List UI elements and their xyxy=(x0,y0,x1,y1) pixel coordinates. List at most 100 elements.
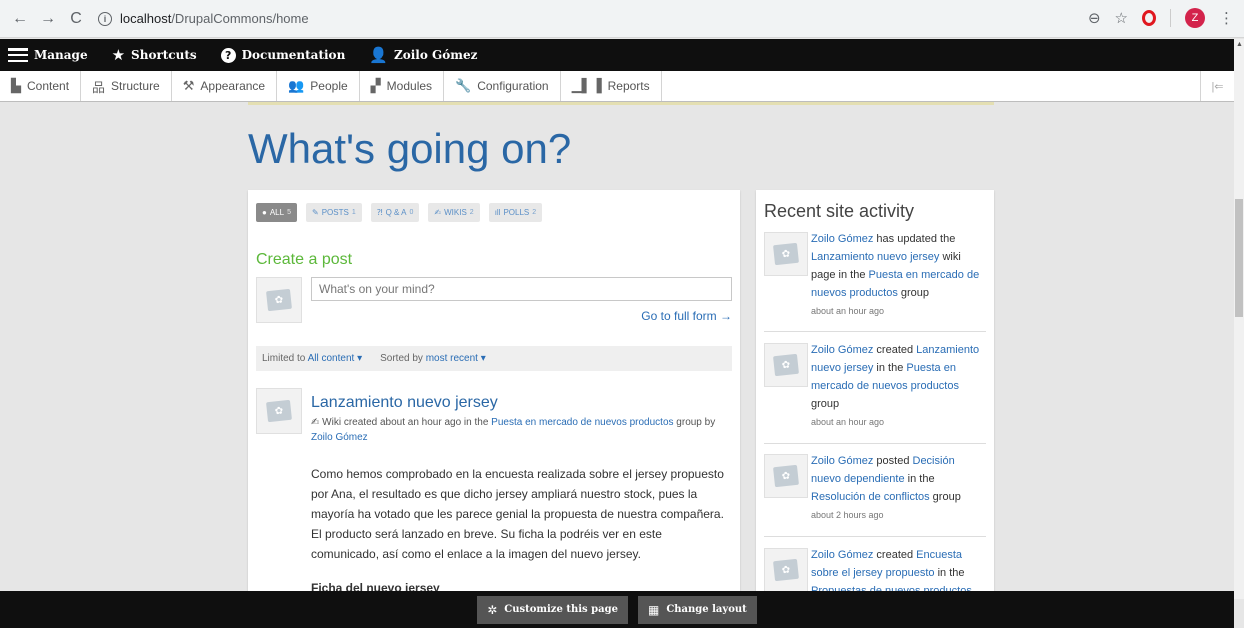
opera-icon[interactable] xyxy=(1142,10,1156,26)
sort-dropdown[interactable]: most recent xyxy=(426,353,478,364)
tray-content-label: Content xyxy=(27,79,70,93)
tray-appearance-label: Appearance xyxy=(200,79,266,93)
stream-filter-bar: Limited to All content ▾ Sorted by most … xyxy=(256,346,732,371)
user-button[interactable]: 👤 Zoilo Gómez xyxy=(357,39,489,71)
tray-orientation-toggle-icon[interactable]: |⇐ xyxy=(1200,71,1234,101)
tab-wikis[interactable]: ✍ WIKIS 2 xyxy=(428,203,480,222)
tab-posts[interactable]: ✎ POSTS 1 xyxy=(305,203,362,222)
activity-text: group xyxy=(811,398,840,410)
image-placeholder-icon: ✿ xyxy=(266,399,292,423)
tab-count: 2 xyxy=(469,209,474,216)
activity-text: has updated the xyxy=(873,233,956,245)
shortcuts-button[interactable]: ★ Shortcuts xyxy=(100,39,209,71)
pencil-icon: ✎ xyxy=(311,208,319,217)
divider xyxy=(1170,9,1171,27)
tray-people[interactable]: 👥 People xyxy=(277,71,360,101)
tray-structure-label: Structure xyxy=(111,79,160,93)
wrench-icon: 🔧 xyxy=(455,78,472,94)
activity-text: group xyxy=(897,287,930,299)
star-icon: ★ xyxy=(111,46,126,64)
activity-content-link[interactable]: Lanzamiento nuevo jersey xyxy=(811,251,939,263)
activity-avatar[interactable]: ✿ xyxy=(764,343,808,387)
ipe-bar: ✲ Customize this page ▦ Change layout xyxy=(0,591,1234,628)
sort-filter: Sorted by most recent ▾ xyxy=(380,353,486,364)
recent-activity-heading: Recent site activity xyxy=(764,201,915,221)
puzzle-icon: ▞ xyxy=(370,78,381,94)
info-icon[interactable]: i xyxy=(98,11,112,26)
scroll-up-icon[interactable]: ▲ xyxy=(1236,41,1243,48)
post-author-link[interactable]: Zoilo Gómez xyxy=(311,432,368,443)
tab-label: WIKIS xyxy=(444,208,467,217)
scrollbar-thumb[interactable] xyxy=(1235,199,1243,317)
post-input[interactable]: What's on your mind? xyxy=(311,277,732,301)
manage-label: Manage xyxy=(34,48,88,62)
activity-time: about an hour ago xyxy=(811,417,885,427)
tab-qa[interactable]: ⁈ Q & A 0 xyxy=(370,203,420,222)
activity-user-link[interactable]: Zoilo Gómez xyxy=(811,549,873,561)
help-icon: ? xyxy=(220,47,236,63)
tray-reports[interactable]: ▁▌▐ Reports xyxy=(561,71,662,101)
question-icon: ⁈ xyxy=(376,208,383,217)
address-bar[interactable]: i localhost /DrupalCommons/home xyxy=(98,5,309,33)
activity-user-link[interactable]: Zoilo Gómez xyxy=(811,344,873,356)
activity-text: posted xyxy=(873,455,913,467)
activity-text: group xyxy=(929,491,961,503)
content-type-tabs: ● ALL 5 ✎ POSTS 1 ⁈ Q & A 0 ✍ WIKIS 2 ıl… xyxy=(256,203,543,222)
tray-configuration[interactable]: 🔧 Configuration xyxy=(444,71,561,101)
back-icon[interactable]: ← xyxy=(8,7,32,31)
wiki-icon: ✍ xyxy=(311,417,320,428)
message-border xyxy=(248,102,994,105)
browser-menu-icon[interactable]: ⋮ xyxy=(1219,9,1234,27)
tray-appearance[interactable]: ⚒ Appearance xyxy=(172,71,278,101)
post-title-link[interactable]: Lanzamiento nuevo jersey xyxy=(311,394,498,412)
activity-avatar[interactable]: ✿ xyxy=(764,232,808,276)
manage-button[interactable]: Manage xyxy=(0,39,100,71)
tab-count: 5 xyxy=(287,209,291,216)
image-placeholder-icon: ✿ xyxy=(266,288,292,312)
bar-chart-icon: ▁▌▐ xyxy=(571,78,602,94)
page-scrollbar[interactable]: ▲ xyxy=(1234,39,1244,599)
image-placeholder-icon: ✿ xyxy=(773,558,799,582)
change-layout-button[interactable]: ▦ Change layout xyxy=(637,595,757,624)
bookmark-star-icon[interactable]: ☆ xyxy=(1115,9,1128,27)
tab-polls[interactable]: ıll POLLS 2 xyxy=(488,203,543,222)
limited-prefix: Limited to xyxy=(262,353,306,364)
post-group-link[interactable]: Puesta en mercado de nuevos productos xyxy=(491,417,673,428)
tray-modules[interactable]: ▞ Modules xyxy=(360,71,445,101)
forward-icon[interactable]: → xyxy=(36,7,60,31)
tab-all[interactable]: ● ALL 5 xyxy=(256,203,297,222)
documentation-button[interactable]: ? Documentation xyxy=(209,39,358,71)
zoom-icon[interactable]: ⊖ xyxy=(1088,9,1101,27)
activity-user-link[interactable]: Zoilo Gómez xyxy=(811,233,873,245)
activity-avatar[interactable]: ✿ xyxy=(764,548,808,592)
go-to-full-form-link[interactable]: Go to full form → xyxy=(641,309,732,323)
reload-icon[interactable]: C xyxy=(64,7,88,31)
edit-icon: ✍ xyxy=(434,208,442,217)
people-icon: 👥 xyxy=(288,78,305,94)
activity-text: created xyxy=(873,549,917,561)
activity-avatar[interactable]: ✿ xyxy=(764,454,808,498)
profile-avatar[interactable]: Z xyxy=(1185,8,1205,28)
customize-label: Customize this page xyxy=(504,604,618,615)
divider xyxy=(764,443,986,444)
sorted-prefix: Sorted by xyxy=(380,353,423,364)
url-path: /DrupalCommons/home xyxy=(171,11,309,26)
tab-count: 0 xyxy=(409,209,414,216)
post-meta: ✍ Wiki created about an hour ago in the … xyxy=(311,415,731,445)
limited-dropdown[interactable]: All content xyxy=(308,353,355,364)
customize-page-button[interactable]: ✲ Customize this page xyxy=(477,595,628,624)
tray-content[interactable]: ▙ Content xyxy=(0,71,82,101)
activity-user-link[interactable]: Zoilo Gómez xyxy=(811,455,873,467)
divider xyxy=(764,536,986,537)
author-picture[interactable]: ✿ xyxy=(256,388,302,434)
page-title: What's going on? xyxy=(248,125,572,172)
caret-down-icon[interactable]: ▾ xyxy=(481,353,486,364)
image-placeholder-icon: ✿ xyxy=(773,353,799,377)
caret-down-icon[interactable]: ▾ xyxy=(357,353,362,364)
user-icon: 👤 xyxy=(369,46,388,64)
tab-label: POLLS xyxy=(503,208,530,217)
shortcuts-label: Shortcuts xyxy=(131,48,197,62)
user-label: Zoilo Gómez xyxy=(393,48,478,62)
activity-group-link[interactable]: Resolución de conflictos xyxy=(811,491,930,503)
tray-structure[interactable]: 品 Structure xyxy=(81,71,172,101)
